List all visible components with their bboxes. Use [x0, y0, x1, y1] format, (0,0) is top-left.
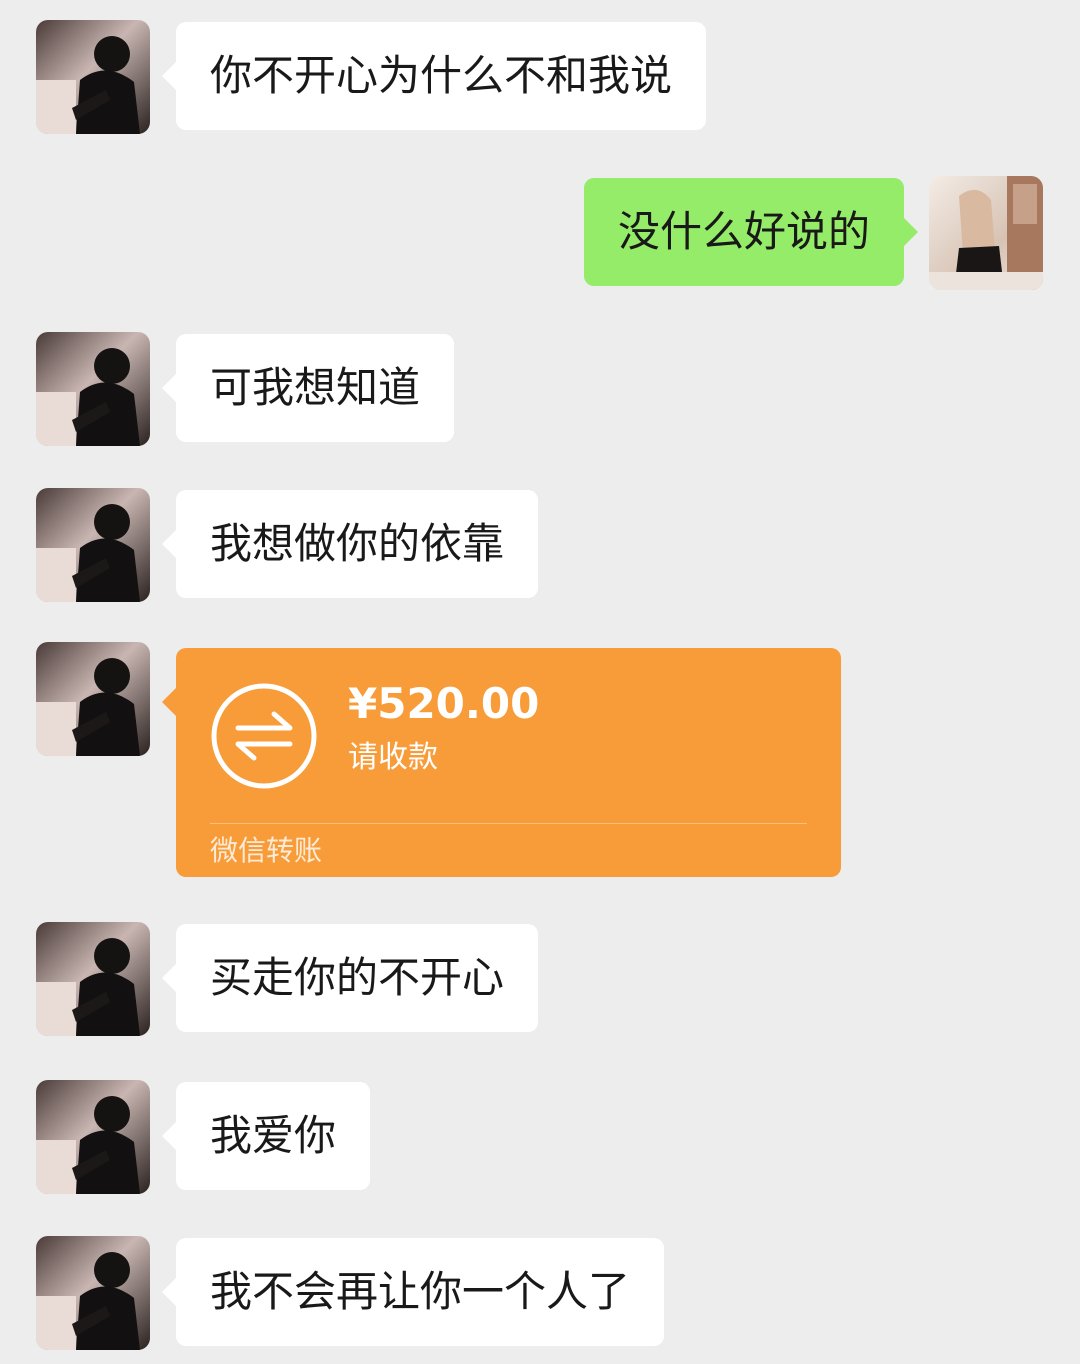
incoming-message-bubble[interactable]: 我爱你 [161, 1082, 371, 1190]
transfer-card[interactable]: ¥520.00 请收款 微信转账 [162, 648, 841, 877]
contact-avatar[interactable] [36, 488, 150, 602]
self-avatar[interactable] [929, 176, 1043, 290]
incoming-message-bubble[interactable]: 买走你的不开心 [161, 924, 539, 1032]
transfer-amount: ¥520.00 [348, 679, 540, 728]
divider [210, 823, 807, 824]
transfer-footer-label: 微信转账 [210, 834, 323, 867]
contact-avatar[interactable] [36, 332, 150, 446]
contact-avatar[interactable] [36, 642, 150, 756]
contact-avatar[interactable] [36, 1236, 150, 1350]
contact-avatar[interactable] [36, 922, 150, 1036]
outgoing-message-bubble[interactable]: 没什么好说的 [583, 178, 919, 286]
incoming-message-bubble[interactable]: 我不会再让你一个人了 [161, 1238, 665, 1346]
contact-avatar[interactable] [36, 20, 150, 134]
incoming-message-bubble[interactable]: 你不开心为什么不和我说 [161, 22, 707, 130]
transfer-status: 请收款 [348, 740, 438, 775]
transfer-arrows-icon [210, 682, 318, 790]
incoming-message-bubble[interactable]: 可我想知道 [161, 334, 455, 442]
contact-avatar[interactable] [36, 1080, 150, 1194]
incoming-message-bubble[interactable]: 我想做你的依靠 [161, 490, 539, 598]
